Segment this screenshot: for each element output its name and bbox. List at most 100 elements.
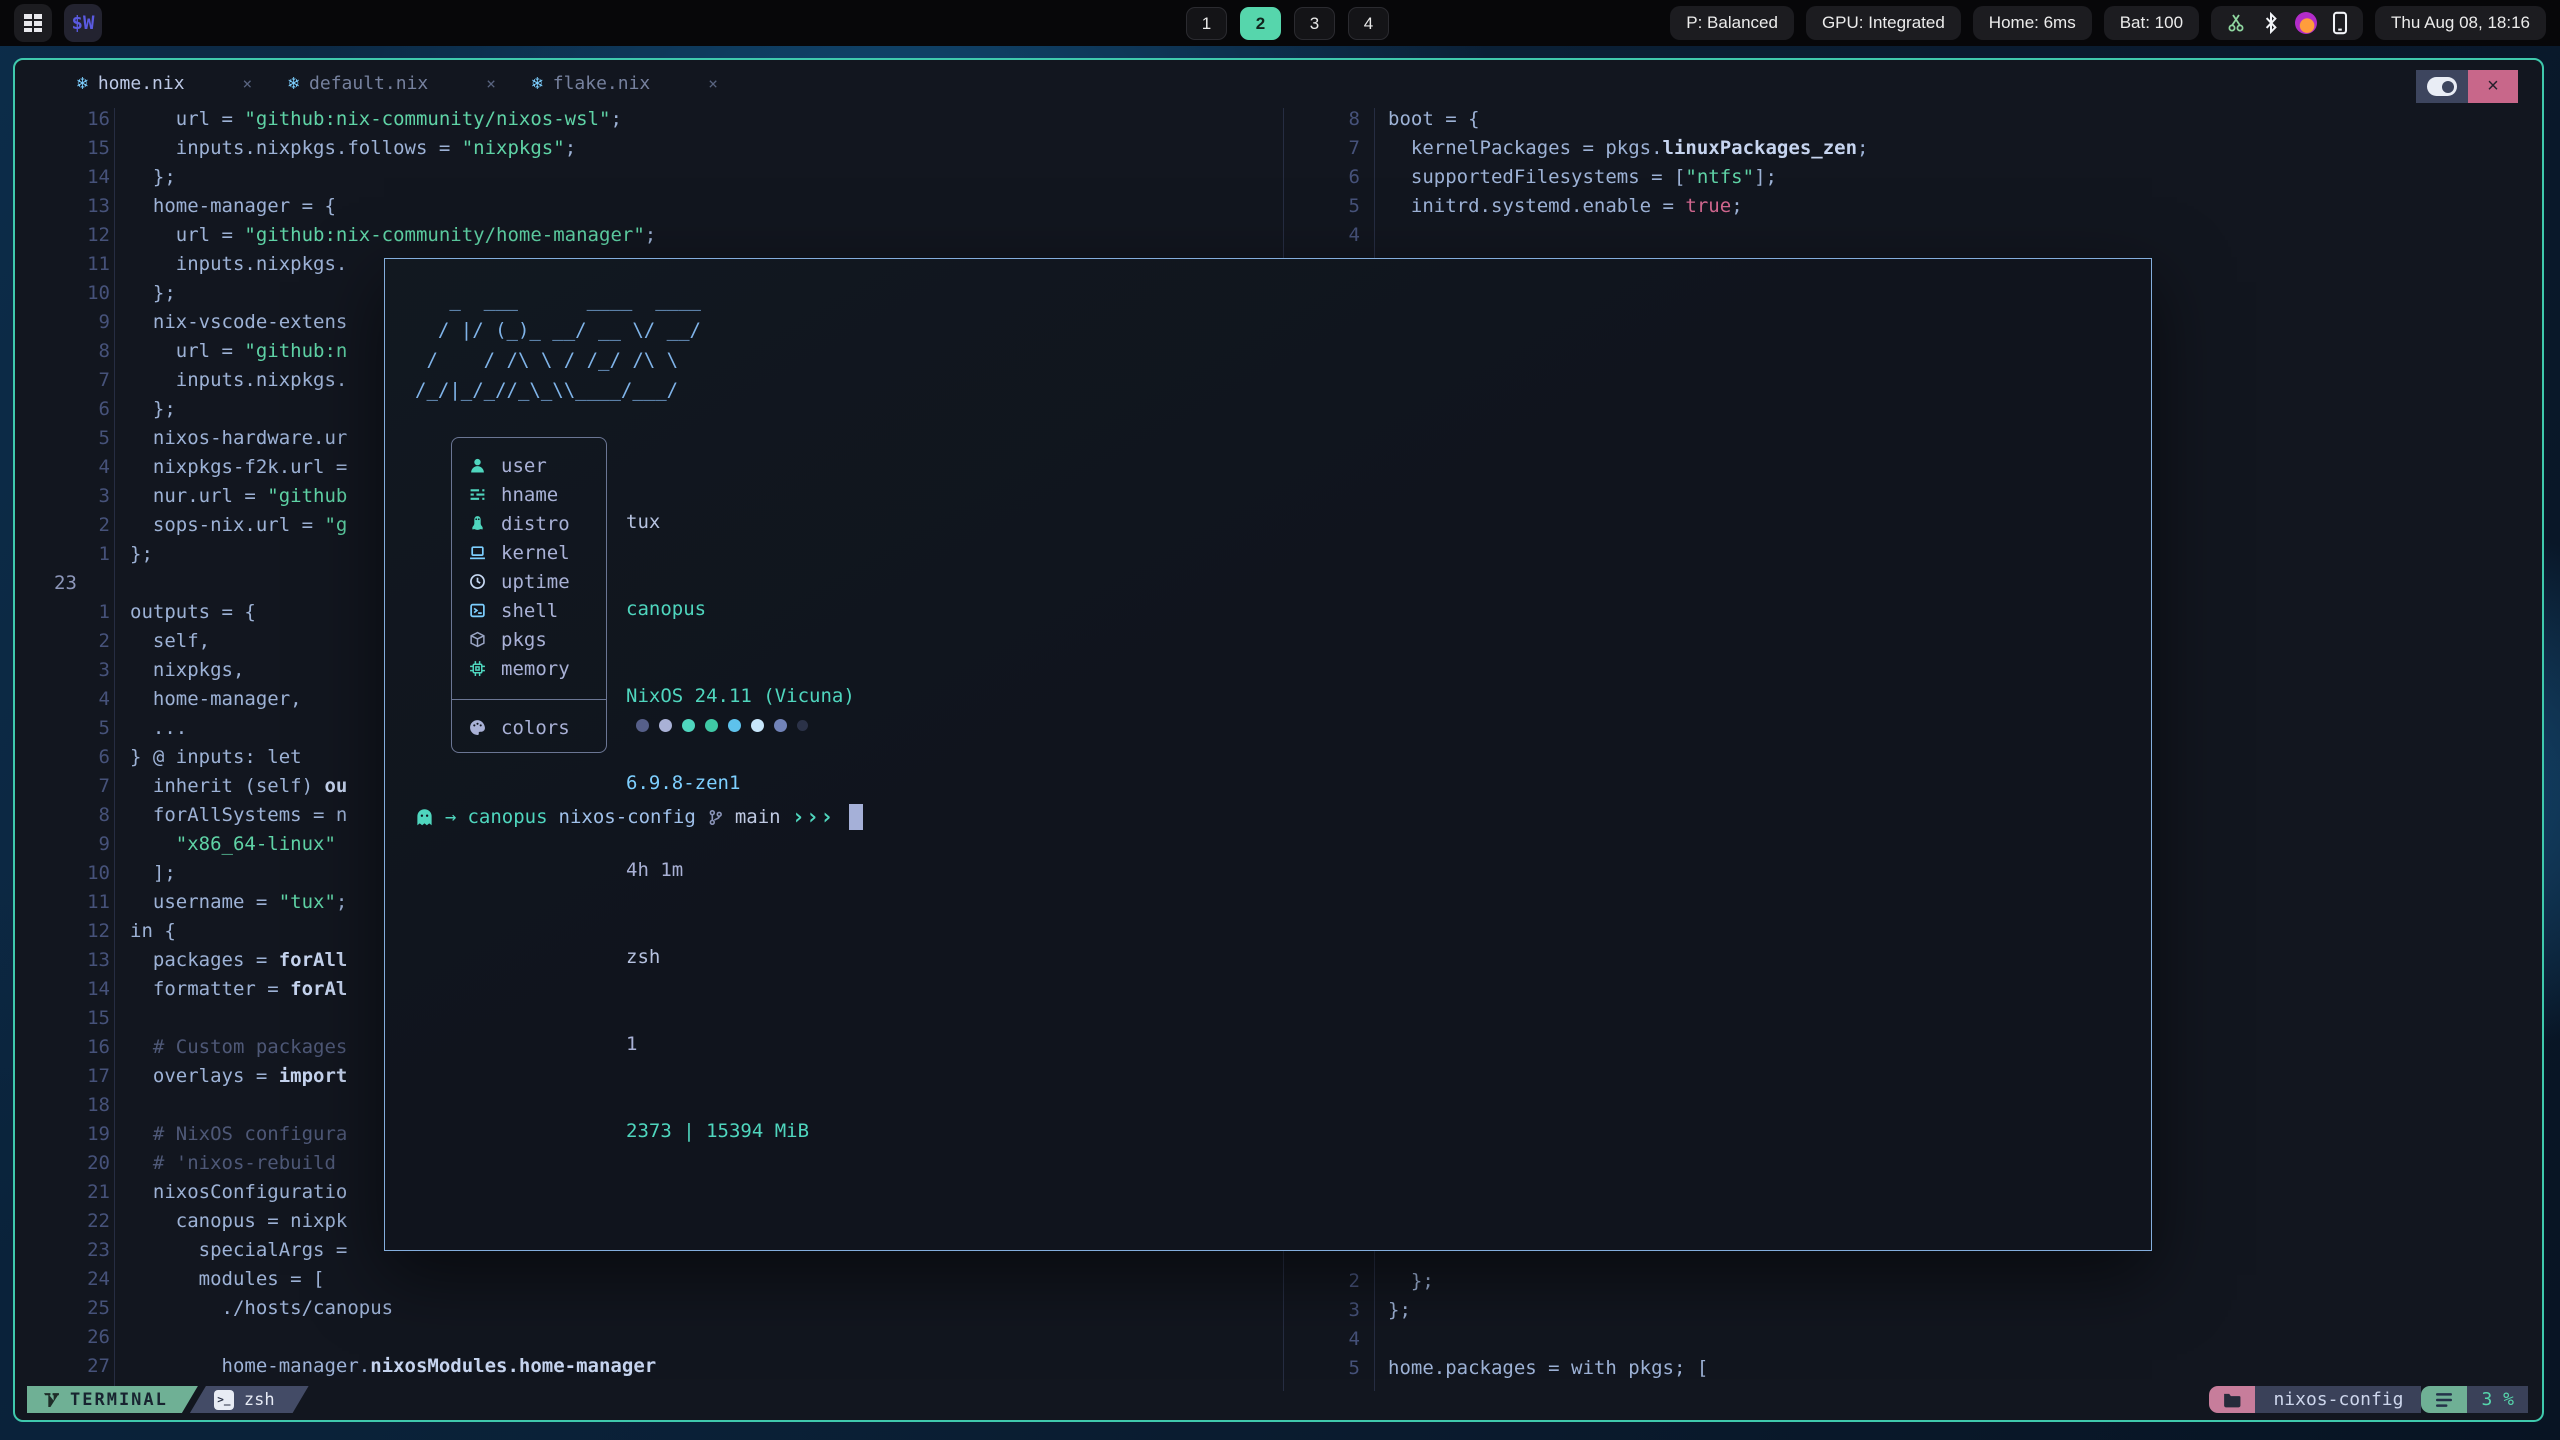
line-number: 5 [42, 714, 110, 743]
line-text: initrd.systemd.enable = true; [1388, 192, 1743, 221]
line-number: 7 [42, 366, 110, 395]
fetch-row-hname: hname [452, 480, 606, 509]
position-segment [2421, 1386, 2467, 1413]
status-pill-0[interactable]: P: Balanced [1670, 6, 1794, 40]
window-controls: × [2416, 70, 2518, 103]
clock[interactable]: Thu Aug 08, 18:16 [2375, 6, 2546, 40]
line-text: formatter = forAl [130, 975, 347, 1004]
line-number: 18 [42, 1091, 110, 1120]
color-dot-3 [705, 719, 718, 732]
fetch-label: shell [501, 600, 558, 622]
workspace-button-2[interactable]: 2 [1240, 7, 1281, 40]
workspace-button-3[interactable]: 3 [1294, 7, 1335, 40]
shell-segment: >_ zsh [190, 1386, 309, 1413]
line-text: url = "github:nix-community/home-manager… [130, 221, 656, 250]
line-number: 21 [42, 1178, 110, 1207]
terminal-color-dots [636, 715, 808, 735]
shell-prompt[interactable]: → canopus nixos-config main ››› [415, 802, 863, 832]
line-text: supportedFilesystems = ["ntfs"]; [1388, 163, 1777, 192]
tab-default-nix[interactable]: ❄ default.nix × [288, 73, 496, 94]
color-dot-0 [636, 719, 649, 732]
status-group: P: Balanced GPU: Integrated Home: 6ms Bat: … [1670, 6, 2546, 40]
line-number: 23 [42, 569, 122, 598]
color-dot-6 [774, 719, 787, 732]
apps-grid-icon [23, 13, 43, 33]
line-text: self, [130, 627, 210, 656]
line-text: packages = forAll [130, 946, 347, 975]
statusline-left: TERMINAL >_ zsh [27, 1386, 309, 1413]
uptime-icon [469, 573, 486, 590]
lines-icon [2436, 1393, 2452, 1407]
status-pill-1[interactable]: GPU: Integrated [1806, 6, 1961, 40]
line-number: 6 [42, 743, 110, 772]
line-number: 6 [1298, 163, 1360, 192]
line-text: forAllSystems = n [130, 801, 347, 830]
fetch-value-uptime: 4h 1m [626, 856, 855, 885]
tab-close-icon[interactable]: × [486, 74, 496, 93]
line-text: url = "github:nix-community/nixos-wsl"; [130, 105, 622, 134]
status-pill-3[interactable]: Bat: 100 [2104, 6, 2199, 40]
line-number: 7 [42, 772, 110, 801]
line-number: 4 [42, 453, 110, 482]
fetch-label: memory [501, 658, 570, 680]
distro-icon [469, 515, 486, 532]
color-dot-2 [682, 719, 695, 732]
tab-flake-nix[interactable]: ❄ flake.nix × [532, 73, 718, 94]
workspace-widget-button[interactable]: $W [64, 4, 102, 42]
folder-segment [2209, 1386, 2255, 1413]
media-icon[interactable] [2295, 12, 2317, 34]
right-editor-pane-bottom[interactable]: 2 };3};45home.packages = with pkgs; [ [1298, 1267, 1708, 1383]
workspace-button-1[interactable]: 1 [1186, 7, 1227, 40]
tab-close-icon[interactable]: × [708, 74, 718, 93]
app-launcher-button[interactable] [14, 4, 52, 42]
network-icon[interactable] [2225, 12, 2247, 34]
line-text: } @ inputs: let [130, 743, 302, 772]
line-number: 20 [42, 1149, 110, 1178]
fetch-panel: user hname distro kernel [451, 437, 607, 753]
line-text: overlays = import [130, 1062, 347, 1091]
line-number: 10 [42, 279, 110, 308]
fetch-label: colors [501, 717, 570, 739]
phone-icon[interactable] [2331, 11, 2349, 35]
color-dot-4 [728, 719, 741, 732]
color-dot-7 [797, 720, 808, 731]
top-bar: $W 1234 P: Balanced GPU: Integrated Home: … [0, 0, 2560, 46]
scroll-percent: 3 % [2467, 1386, 2528, 1413]
line-text: outputs = { [130, 598, 256, 627]
ghost-icon [415, 808, 434, 827]
line-number: 1 [42, 540, 110, 569]
line-text: username = "tux"; [130, 888, 347, 917]
terminal-window[interactable]: _ ___ ____ ____ / |/ (_)_ __/ __ \/ __/ … [384, 258, 2152, 1251]
line-text: nur.url = "github [130, 482, 347, 511]
line-number: 5 [1298, 1354, 1360, 1383]
line-number: 26 [42, 1323, 110, 1352]
line-text: # Custom packages [130, 1033, 347, 1062]
tab-home-nix[interactable]: ❄ home.nix × [77, 73, 252, 94]
line-number: 11 [42, 888, 110, 917]
directory-segment: nixos-config [2255, 1386, 2421, 1413]
line-text: url = "github:n [130, 337, 347, 366]
tab-label: flake.nix [553, 73, 651, 94]
window-toggle-button[interactable] [2416, 70, 2468, 103]
kernel-icon [469, 544, 486, 561]
line-number: 12 [42, 221, 110, 250]
bluetooth-icon[interactable] [2261, 12, 2281, 34]
right-editor-pane-top[interactable]: 8boot = {7 kernelPackages = pkgs.linuxPa… [1298, 105, 1868, 250]
line-number: 24 [42, 1265, 110, 1294]
workspace-button-4[interactable]: 4 [1348, 7, 1389, 40]
line-number: 2 [42, 627, 110, 656]
status-pill-2[interactable]: Home: 6ms [1973, 6, 2092, 40]
line-number: 11 [42, 250, 110, 279]
line-number: 3 [42, 482, 110, 511]
packages-icon [469, 631, 486, 648]
code-line: 26 [42, 1323, 656, 1352]
code-line: 25 ./hosts/canopus [42, 1294, 656, 1323]
nixos-ascii-logo: _ ___ ____ ____ / |/ (_)_ __/ __ \/ __/ … [415, 285, 701, 405]
window-close-button[interactable]: × [2468, 70, 2518, 103]
line-number: 8 [42, 337, 110, 366]
line-number: 13 [42, 946, 110, 975]
tab-close-icon[interactable]: × [243, 74, 253, 93]
line-text: modules = [ [130, 1265, 324, 1294]
vim-icon [43, 1391, 60, 1408]
code-line: 12 url = "github:nix-community/home-mana… [42, 221, 656, 250]
